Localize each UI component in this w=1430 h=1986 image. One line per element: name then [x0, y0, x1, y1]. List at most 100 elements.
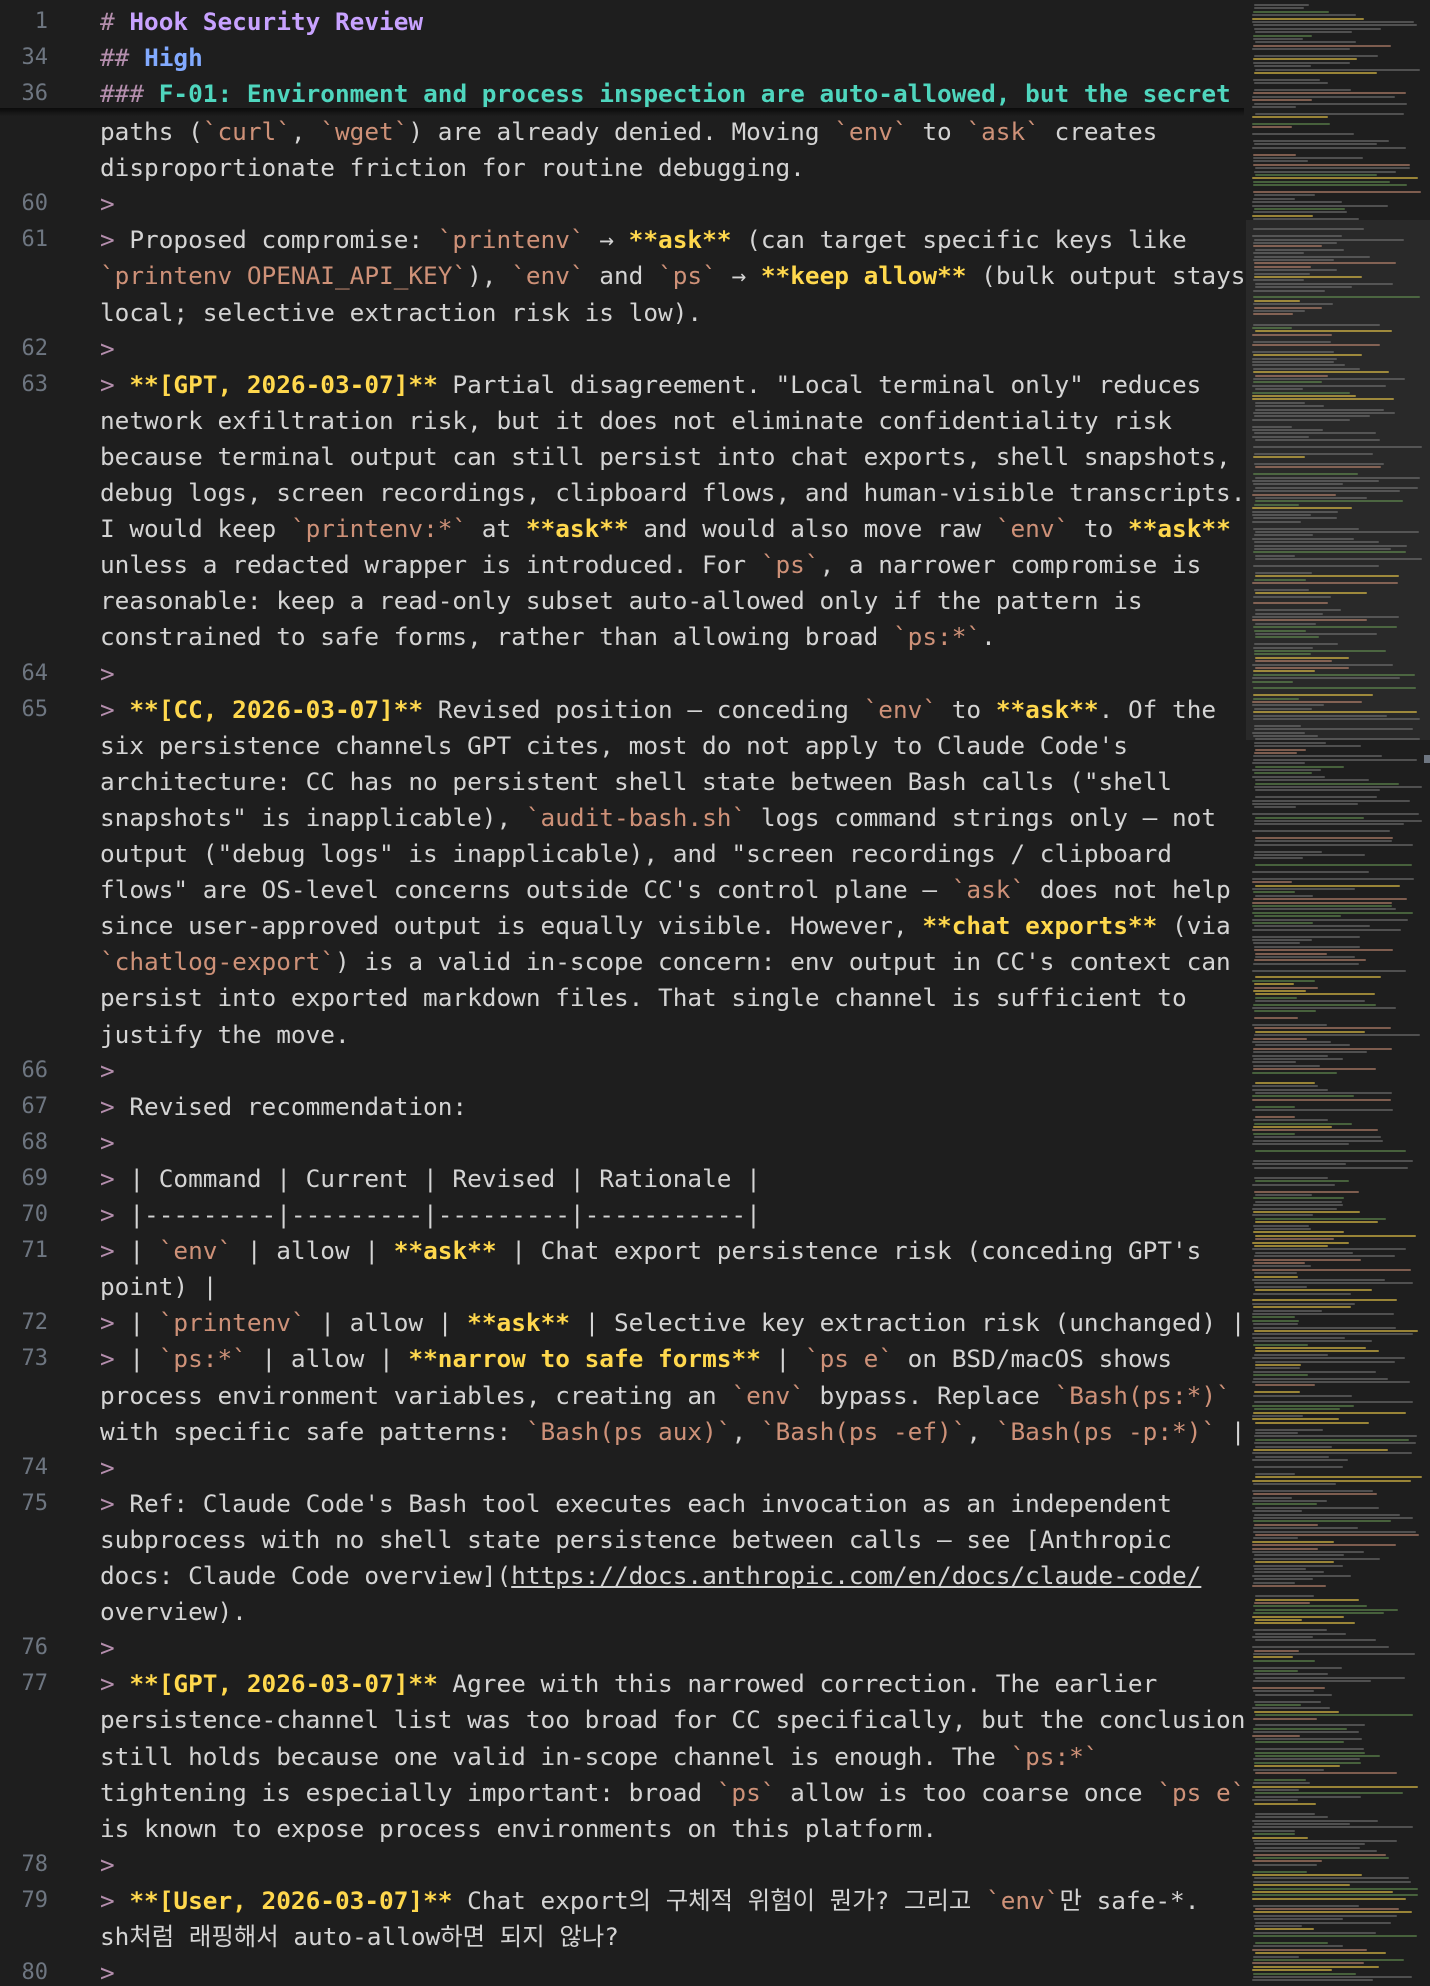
code-line[interactable]: 73 > | `ps:*` | allow | **narrow to safe …: [0, 1341, 1244, 1377]
code-line[interactable]: 60 >: [0, 186, 1244, 222]
minimap-code-line: [1253, 1327, 1396, 1329]
code-line[interactable]: 69 > | Command | Current | Revised | Rati…: [0, 1161, 1244, 1197]
code-line[interactable]: constrained to safe forms, rather than a…: [0, 619, 1244, 655]
minimap-code-line: [1252, 521, 1301, 523]
code-line[interactable]: `chatlog-export`) is a valid in-scope co…: [0, 944, 1244, 980]
code-line[interactable]: six persistence channels GPT cites, most…: [0, 728, 1244, 764]
code-line[interactable]: local; selective extraction risk is low)…: [0, 295, 1244, 331]
minimap-code-line: [1254, 772, 1312, 774]
code-line[interactable]: 65 > **[CC, 2026-03-07]** Revised positio…: [0, 692, 1244, 728]
code-line[interactable]: 64 >: [0, 656, 1244, 692]
minimap-code-line: [1254, 1354, 1328, 1356]
code-line[interactable]: `printenv OPENAI_API_KEY`), `env` and `p…: [0, 258, 1244, 294]
minimap-code-line: [1252, 1541, 1334, 1543]
code-line[interactable]: sh처럼 래핑해서 auto-allow하면 되지 않나?: [0, 1919, 1244, 1955]
code-line[interactable]: persistence-channel list was too broad f…: [0, 1702, 1244, 1738]
sticky-header-line[interactable]: 34 ## High: [0, 40, 1244, 76]
minimap-code-line: [1252, 177, 1418, 179]
minimap-code-line: [1253, 1500, 1327, 1502]
code-line[interactable]: debug logs, screen recordings, clipboard…: [0, 475, 1244, 511]
minimap-code-line: [1252, 1735, 1300, 1737]
minimap-code-line: [1253, 694, 1373, 696]
minimap-code-line: [1253, 1629, 1327, 1631]
editor-pane[interactable]: local machine where CC output stays in t…: [0, 0, 1244, 1986]
code-line[interactable]: 75 > Ref: Claude Code's Bash tool execute…: [0, 1486, 1244, 1522]
minimap-code-line: [1253, 711, 1417, 713]
code-line[interactable]: tightening is especially important: broa…: [0, 1775, 1244, 1811]
code-line[interactable]: 61 > Proposed compromise: `printenv` → **…: [0, 222, 1244, 258]
code-line[interactable]: 66 >: [0, 1053, 1244, 1089]
code-line[interactable]: 70 > |---------|---------|---------|-----…: [0, 1197, 1244, 1233]
code-line[interactable]: unless a redacted wrapper is introduced.…: [0, 547, 1244, 583]
minimap-code-line: [1253, 1344, 1308, 1346]
minimap-code-line: [1255, 1609, 1398, 1611]
line-number: 72: [21, 1310, 49, 1335]
code-line[interactable]: 72 > | `printenv` | allow | **ask** | Sel…: [0, 1305, 1245, 1341]
minimap-code-line: [1252, 201, 1342, 203]
code-line[interactable]: 79 > **[User, 2026-03-07]** Chat export의 …: [0, 1883, 1244, 1919]
code-line[interactable]: output ("debug logs" is inapplicable), a…: [0, 836, 1244, 872]
code-line[interactable]: subprocess with no shell state persisten…: [0, 1522, 1244, 1558]
minimap-code-line: [1252, 1007, 1396, 1009]
minimap-code-line: [1253, 1204, 1343, 1206]
minimap-code-line: [1255, 1238, 1334, 1240]
code-line[interactable]: docs: Claude Code overview](https://docs…: [0, 1558, 1244, 1594]
minimap-code-line: [1253, 1915, 1397, 1917]
vertical-scrollbar[interactable]: [1424, 0, 1430, 1986]
code-line[interactable]: reasonable: keep a read-only subset auto…: [0, 583, 1244, 619]
line-text: persistence-channel list was too broad f…: [100, 1705, 1244, 1734]
code-line[interactable]: 77 > **[GPT, 2026-03-07]** Agree with thi…: [0, 1666, 1244, 1702]
code-line[interactable]: justify the move.: [0, 1017, 1244, 1053]
code-line[interactable]: disproportionate friction for routine de…: [0, 150, 1244, 186]
code-line[interactable]: paths (`curl`, `wget`) are already denie…: [0, 114, 1244, 150]
minimap-code-line: [1252, 1279, 1385, 1281]
minimap-code-line: [1254, 65, 1311, 67]
minimap-code-line: [1255, 1595, 1314, 1597]
minimap-code-line: [1254, 1272, 1297, 1274]
minimap-code-line: [1252, 344, 1380, 346]
minimap-code-line: [1253, 1871, 1307, 1873]
line-text: tightening is especially important: broa…: [100, 1778, 1244, 1807]
minimap-code-line: [1252, 830, 1390, 832]
code-line[interactable]: architecture: CC has no persistent shell…: [0, 764, 1244, 800]
code-line[interactable]: 68 >: [0, 1125, 1244, 1161]
code-line[interactable]: persist into exported markdown files. Th…: [0, 980, 1244, 1016]
line-text: `chatlog-export`) is a valid in-scope co…: [100, 947, 1231, 976]
minimap-code-line: [1255, 1000, 1365, 1002]
minimap-code-line: [1253, 1565, 1343, 1567]
code-line[interactable]: snapshots" is inapplicable), `audit-bash…: [0, 800, 1244, 836]
code-line[interactable]: 80 >: [0, 1955, 1244, 1986]
code-line[interactable]: 62 >: [0, 331, 1244, 367]
code-line[interactable]: since user-approved output is equally vi…: [0, 908, 1244, 944]
minimap-code-line: [1253, 483, 1343, 485]
sticky-header-line[interactable]: 36 ### F-01: Environment and process insp…: [0, 76, 1244, 112]
code-line[interactable]: point) |: [0, 1269, 1244, 1305]
code-line[interactable]: is known to expose process environments …: [0, 1811, 1244, 1847]
minimap-code-line: [1254, 820, 1422, 822]
code-line[interactable]: still holds because one valid in-scope c…: [0, 1739, 1244, 1775]
code-line[interactable]: network exfiltration risk, but it does n…: [0, 403, 1244, 439]
sticky-header-line[interactable]: 1 # Hook Security Review: [0, 4, 1244, 40]
code-line[interactable]: process environment variables, creating …: [0, 1378, 1244, 1414]
line-number: 75: [21, 1491, 49, 1516]
minimap-code-line: [1254, 925, 1370, 927]
code-line[interactable]: 67 > Revised recommendation:: [0, 1089, 1244, 1125]
minimap-code-line: [1252, 1860, 1322, 1862]
code-line[interactable]: overview).: [0, 1594, 1244, 1630]
minimap-code-line: [1255, 1180, 1349, 1182]
code-line[interactable]: 71 > | `env` | allow | **ask** | Chat exp…: [0, 1233, 1244, 1269]
code-line[interactable]: I would keep `printenv:*` at **ask** and…: [0, 511, 1244, 547]
minimap-code-line: [1255, 864, 1412, 866]
minimap-code-line: [1254, 28, 1381, 30]
code-line[interactable]: 63 > **[GPT, 2026-03-07]** Partial disagr…: [0, 367, 1244, 403]
minimap-code-line: [1255, 409, 1384, 411]
code-line[interactable]: flows" are OS-level concerns outside CC'…: [0, 872, 1244, 908]
code-line[interactable]: 78 >: [0, 1847, 1244, 1883]
minimap-code-line: [1254, 1340, 1372, 1342]
minimap-code-line: [1252, 419, 1350, 421]
code-line[interactable]: 74 >: [0, 1450, 1244, 1486]
code-line[interactable]: with specific safe patterns: `Bash(ps au…: [0, 1414, 1244, 1450]
code-line[interactable]: because terminal output can still persis…: [0, 439, 1244, 475]
code-line[interactable]: 76 >: [0, 1630, 1244, 1666]
minimap[interactable]: [1246, 0, 1430, 1986]
